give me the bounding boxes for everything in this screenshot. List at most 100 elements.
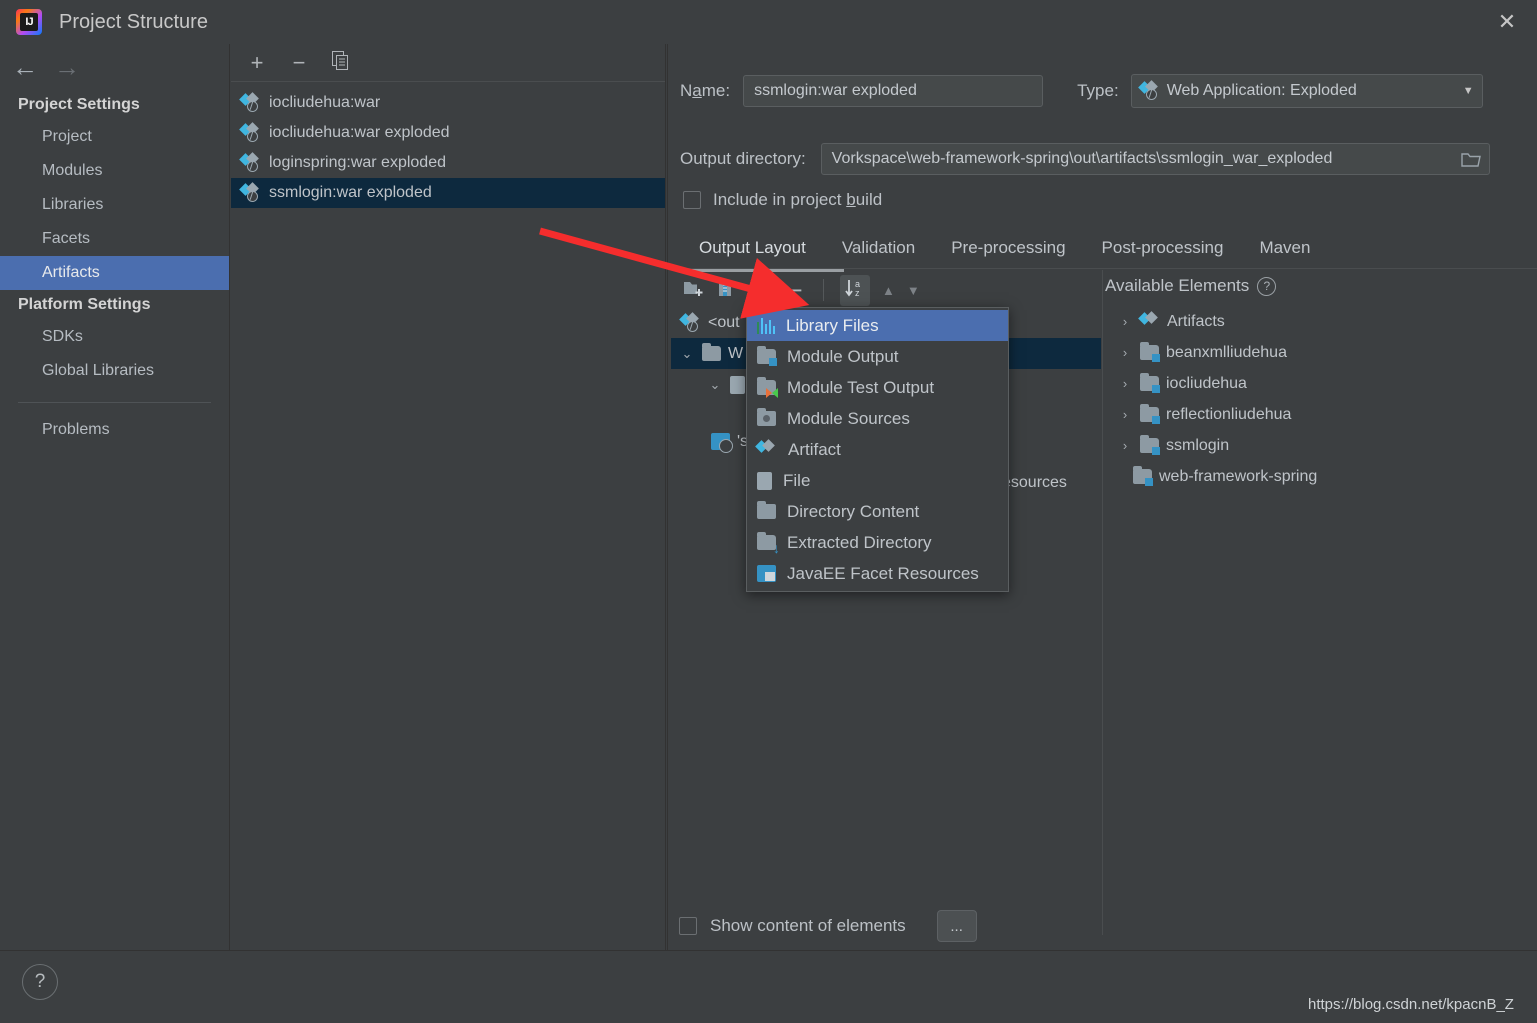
tab-output-layout[interactable]: Output Layout [681,232,824,268]
list-item[interactable]: ssmlogin:war exploded [231,178,665,208]
remove-artifact-button[interactable]: − [287,51,311,74]
web-resource-icon [711,433,733,453]
add-artifact-button[interactable]: + [245,51,269,74]
sidebar-item-artifacts[interactable]: Artifacts [0,256,229,290]
file-icon [757,471,772,490]
show-content-checkbox[interactable] [679,917,697,935]
ellipsis-button[interactable]: ... [936,910,977,942]
artifact-label: ssmlogin:war exploded [269,184,432,201]
back-icon[interactable]: ← [12,54,38,80]
chevron-down-icon[interactable]: ⌄ [679,346,695,362]
sidebar-item-modules[interactable]: Modules [0,154,229,188]
menu-item-label: JavaEE Facet Resources [787,563,979,583]
remove-element-button[interactable]: − [783,277,807,303]
module-folder-icon [1140,373,1160,393]
tab-maven[interactable]: Maven [1241,232,1328,268]
menu-item-javaee-facet-resources[interactable]: JavaEE Facet Resources [747,558,1008,589]
folder-icon[interactable] [1460,151,1481,173]
chevron-right-icon[interactable]: › [1117,376,1133,391]
menu-item-label: Library Files [786,315,879,335]
sort-az-icon[interactable]: a z [840,274,870,306]
artifact-icon [1137,80,1160,100]
artifact-icon [239,92,261,112]
new-archive-icon[interactable] [717,278,735,303]
type-select[interactable]: Web Application: Exploded ▼ [1130,74,1483,108]
module-sources-icon [757,408,776,426]
menu-item-label: Directory Content [787,501,920,521]
chevron-right-icon[interactable]: › [1117,438,1133,453]
sidebar-group-project-settings: Project Settings [18,96,140,113]
svg-text:z: z [855,288,860,298]
tree-row[interactable]: › reflectionliudehua [1103,399,1533,430]
help-icon[interactable]: ? [22,964,58,1000]
type-label: Type: [1077,81,1119,100]
tree-row-label: web-framework-spring [1159,467,1318,485]
output-directory-input[interactable]: Vorkspace\web-framework-spring\out\artif… [820,143,1490,175]
menu-item-extracted-directory[interactable]: Extracted Directory [747,527,1008,558]
forward-icon[interactable]: → [54,54,80,80]
sidebar-item-problems[interactable]: Problems [0,413,229,447]
module-folder-icon [1133,466,1153,486]
chevron-right-icon[interactable]: › [1117,345,1133,360]
chevron-right-icon[interactable]: › [1117,314,1133,329]
name-input[interactable]: ssmlogin:war exploded [743,75,1044,107]
help-icon[interactable]: ? [1257,276,1277,296]
sidebar-item-global-libraries[interactable]: Global Libraries [0,354,229,388]
move-down-icon[interactable]: ▼ [907,283,920,298]
include-in-build-row[interactable]: Include in project build [683,190,882,210]
tab-post-processing[interactable]: Post-processing [1084,232,1242,268]
tree-row-label: beanxmlliudehua [1166,343,1287,361]
add-element-button[interactable]: + [747,277,771,303]
module-test-output-icon [757,377,778,398]
tab-validation[interactable]: Validation [824,232,933,268]
module-folder-icon [1140,342,1160,362]
sidebar-item-libraries[interactable]: Libraries [0,188,229,222]
tree-row[interactable]: › ssmlogin [1103,430,1533,461]
list-item[interactable]: iocliudehua:war [231,88,665,118]
menu-item-label: Module Test Output [787,377,935,397]
list-item[interactable]: iocliudehua:war exploded [231,118,665,148]
artifact-icon [679,311,701,332]
artifact-icon [755,438,777,459]
folder-icon [702,343,721,361]
tree-row-label: reflectionliudehua [1166,405,1292,423]
chevron-down-icon: ▼ [1462,85,1474,97]
intellij-idea-icon: IJ [16,9,42,35]
sidebar-divider [18,402,211,403]
include-in-build-checkbox[interactable] [683,191,701,209]
menu-item-library-files[interactable]: Library Files [747,310,1008,341]
menu-item-module-output[interactable]: Module Output [747,341,1008,372]
artifact-label: iocliudehua:war [269,94,381,111]
move-up-icon[interactable]: ▲ [882,283,895,298]
menu-item-file[interactable]: File [747,465,1008,496]
tree-row[interactable]: web-framework-spring [1103,461,1533,492]
dialog-footer: ? OK Cancel Apply [0,950,1537,1023]
copy-icon[interactable] [329,51,353,74]
tree-row[interactable]: › Artifacts [1103,306,1533,337]
menu-item-artifact[interactable]: Artifact [747,434,1008,465]
menu-item-module-test-output[interactable]: Module Test Output [747,372,1008,403]
menu-item-directory-content[interactable]: Directory Content [747,496,1008,527]
tab-pre-processing[interactable]: Pre-processing [933,232,1083,268]
settings-sidebar: ← → Project Settings Project Modules Lib… [0,44,230,950]
sidebar-item-project[interactable]: Project [0,120,229,154]
chevron-right-icon[interactable]: › [1117,407,1133,422]
output-directory-value: Vorkspace\web-framework-spring\out\artif… [831,150,1333,167]
sidebar-item-facets[interactable]: Facets [0,222,229,256]
tree-row-label: W [728,344,744,362]
directory-content-icon [757,501,776,519]
menu-item-module-sources[interactable]: Module Sources [747,403,1008,434]
chevron-down-icon[interactable]: ⌄ [707,377,723,393]
new-folder-icon[interactable] [683,278,705,302]
close-icon[interactable]: ✕ [1477,0,1537,44]
javaee-facet-resources-icon [757,565,776,582]
artifact-label: iocliudehua:war exploded [269,124,450,141]
tree-row[interactable]: › iocliudehua [1103,368,1533,399]
show-content-row: Show content of elements ... [679,910,977,942]
tree-row[interactable]: › beanxmlliudehua [1103,337,1533,368]
sidebar-group-platform-settings: Platform Settings [18,296,151,313]
include-in-build-label: Include in project build [713,190,883,209]
artifact-icon [239,152,261,172]
sidebar-item-sdks[interactable]: SDKs [0,320,229,354]
list-item[interactable]: loginspring:war exploded [231,148,665,178]
